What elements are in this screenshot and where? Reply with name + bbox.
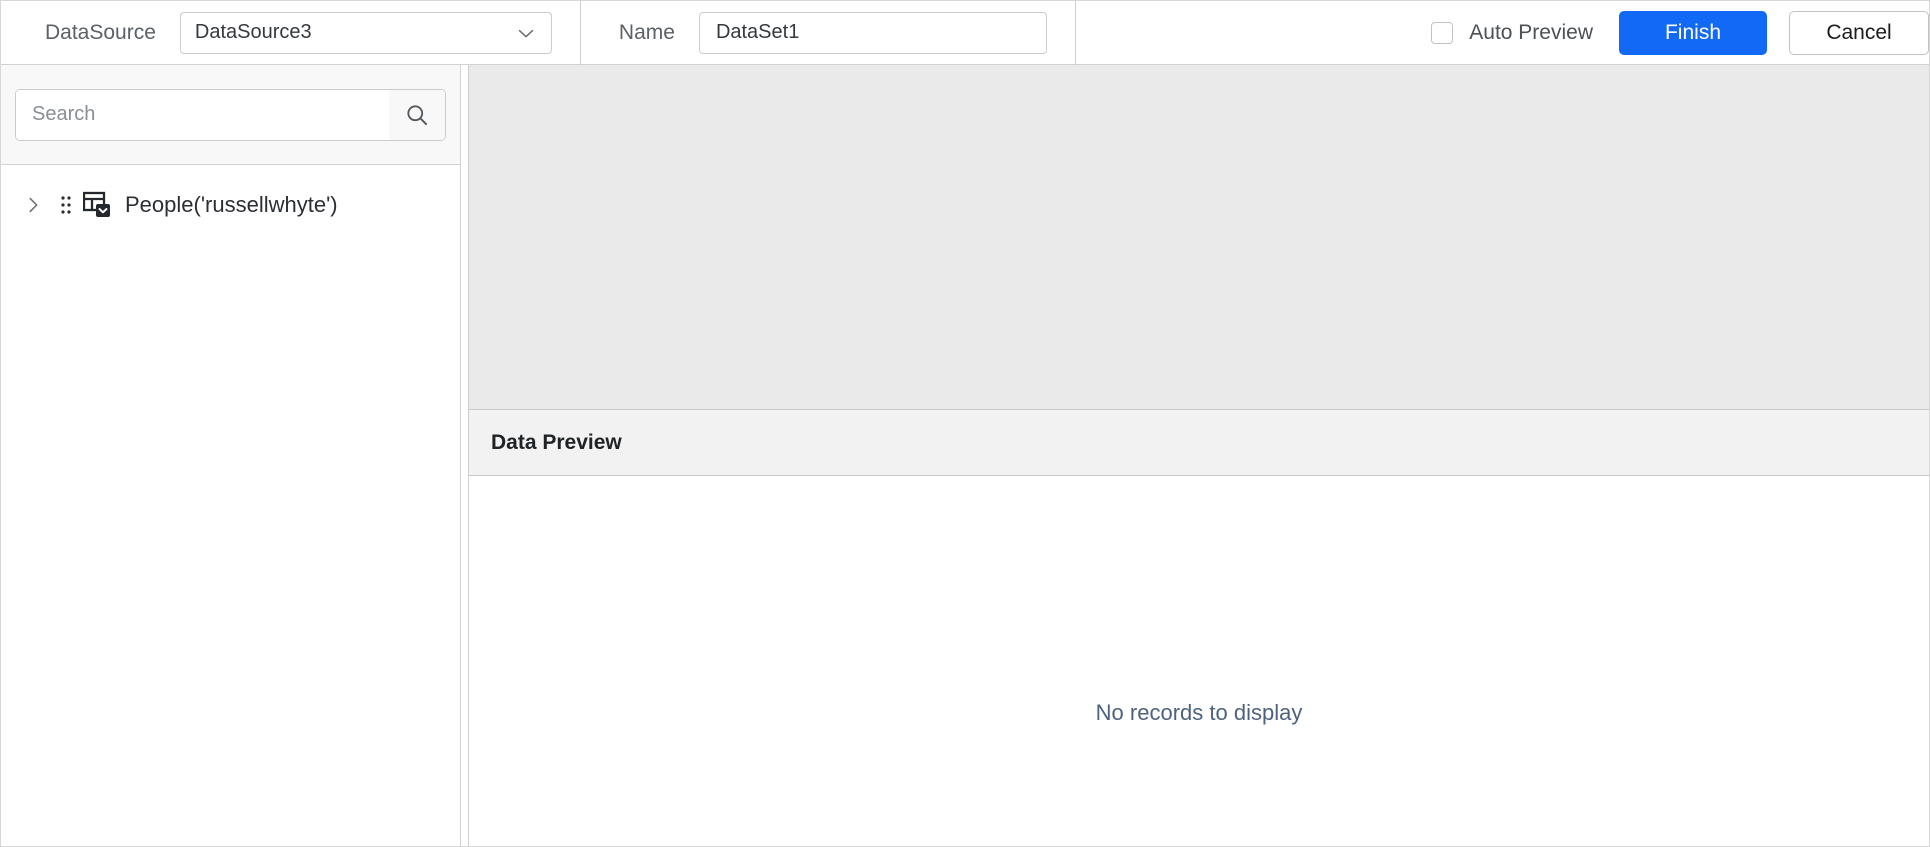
main-content: Data Preview No records to display [469,65,1929,846]
dataset-editor-dialog: DataSource DataSource3 Name DataSet1 Aut… [0,0,1930,847]
drag-handle-icon[interactable] [55,190,77,220]
auto-preview-checkbox-group[interactable]: Auto Preview [1431,21,1593,45]
datasource-label: DataSource [45,20,156,44]
datasource-select[interactable]: DataSource3 [179,11,552,54]
toolbar-actions: Auto Preview Finish Cancel [1431,1,1929,64]
auto-preview-label: Auto Preview [1469,20,1593,44]
tree-node-people[interactable]: People('russellwhyte') [1,183,460,227]
datasource-group: DataSource DataSource3 [1,1,580,64]
search-icon [407,104,428,125]
search-box[interactable]: Search [15,88,446,141]
search-placeholder: Search [32,103,96,125]
name-label: Name [618,20,675,44]
auto-preview-checkbox[interactable] [1431,21,1454,44]
chevron-down-icon [518,29,534,37]
entity-tree-panel: Search People('russellwhyte') [1,65,461,846]
search-button[interactable] [389,89,445,140]
datasource-selected-value: DataSource3 [194,21,312,43]
entity-tree: People('russellwhyte') [1,165,460,846]
search-input[interactable]: Search [16,89,389,140]
chevron-right-icon[interactable] [15,187,51,223]
finish-button[interactable]: Finish [1619,10,1767,55]
tree-node-label: People('russellwhyte') [125,192,338,217]
panel-splitter[interactable] [461,65,469,846]
search-bar: Search [1,65,460,165]
dataset-name-value: DataSet1 [715,21,800,43]
query-design-canvas[interactable] [469,65,1929,410]
top-toolbar: DataSource DataSource3 Name DataSet1 Aut… [1,0,1929,65]
cancel-button[interactable]: Cancel [1789,10,1929,55]
dialog-body: Search People('russellwhyte') Data Previ… [1,65,1929,846]
dataset-name-input[interactable]: DataSet1 [698,11,1047,54]
data-preview-header: Data Preview [469,410,1929,476]
name-group: Name DataSet1 [581,1,1075,64]
no-records-message: No records to display [1095,700,1303,725]
table-dropdown-icon [81,190,115,220]
data-preview-body: No records to display [469,476,1929,846]
data-preview-title: Data Preview [491,430,622,454]
